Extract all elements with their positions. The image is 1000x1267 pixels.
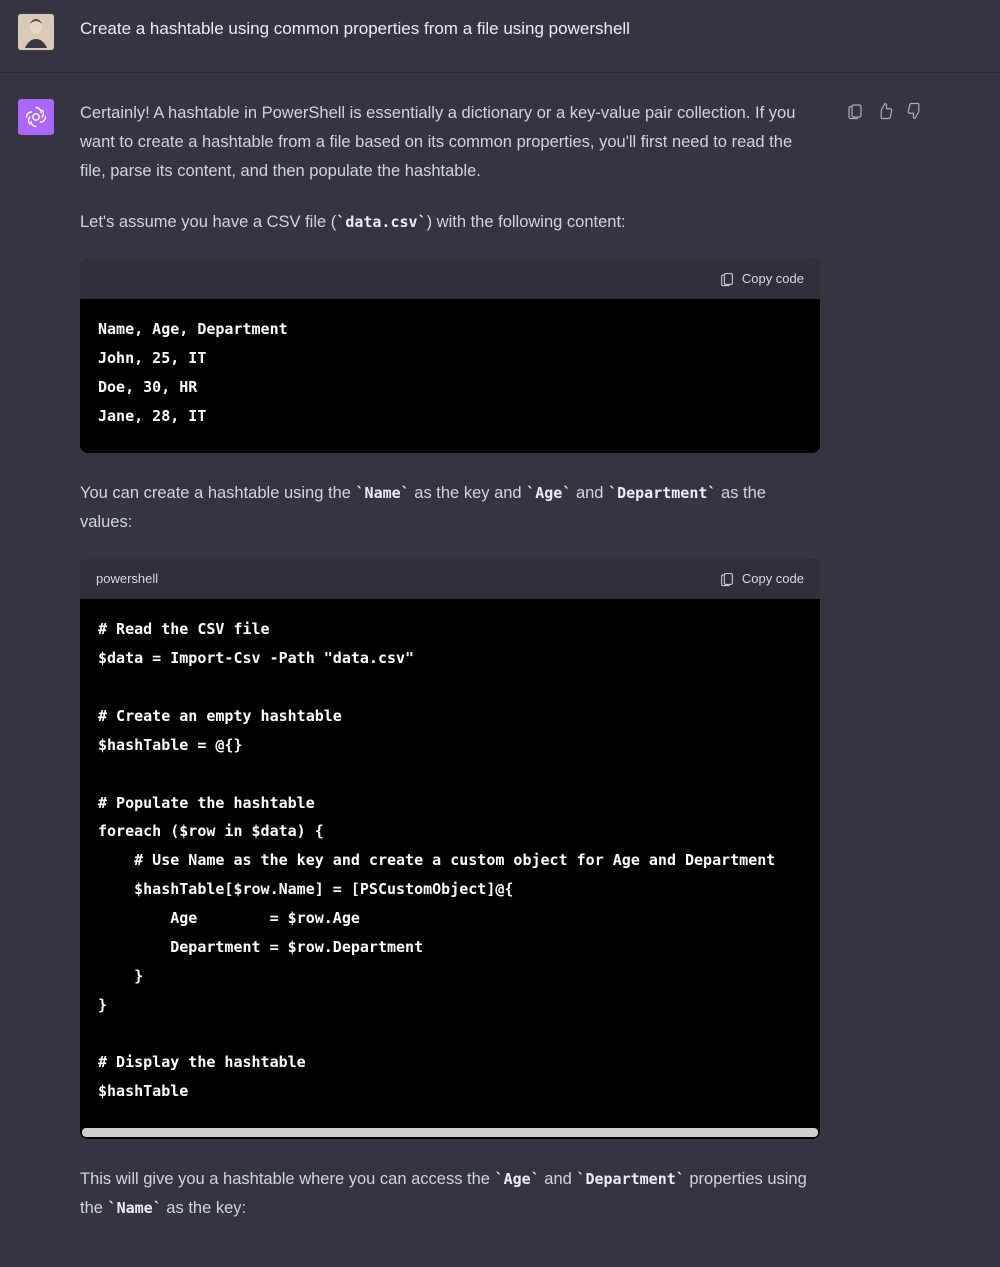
assistant-avatar xyxy=(18,99,54,135)
code-content[interactable]: # Read the CSV file $data = Import-Csv -… xyxy=(80,599,820,1128)
inline-code: Name xyxy=(356,484,410,502)
text: and xyxy=(540,1170,577,1188)
copy-code-button[interactable]: Copy code xyxy=(719,568,804,591)
horizontal-scrollbar[interactable] xyxy=(82,1128,818,1137)
copy-message-button[interactable] xyxy=(846,101,864,119)
message-actions xyxy=(846,99,924,1245)
clipboard-icon xyxy=(719,571,735,587)
copy-label: Copy code xyxy=(742,568,804,591)
text: This will give you a hashtable where you… xyxy=(80,1170,495,1188)
copy-label: Copy code xyxy=(742,268,804,291)
text: as the key: xyxy=(162,1199,246,1217)
code-lang-label: powershell xyxy=(96,568,158,591)
code-block-header: powershell Copy code xyxy=(80,559,820,600)
user-avatar xyxy=(18,14,54,50)
text: as the key and xyxy=(410,484,527,502)
inline-code: Name xyxy=(108,1199,162,1217)
inline-code: Age xyxy=(526,484,571,502)
assistant-paragraph: This will give you a hashtable where you… xyxy=(80,1165,820,1223)
assistant-message-content: Certainly! A hashtable in PowerShell is … xyxy=(80,99,820,1245)
code-content[interactable]: Name, Age, Department John, 25, IT Doe, … xyxy=(80,299,820,453)
thumbs-down-icon xyxy=(906,102,924,120)
thumbs-up-button[interactable] xyxy=(876,101,894,119)
user-message-row: Create a hashtable using common properti… xyxy=(0,0,1000,73)
text: and xyxy=(571,484,608,502)
thumbs-down-button[interactable] xyxy=(906,101,924,119)
assistant-paragraph: Certainly! A hashtable in PowerShell is … xyxy=(80,99,820,186)
code-block: Copy code Name, Age, Department John, 25… xyxy=(80,259,820,453)
thumbs-up-icon xyxy=(876,102,894,120)
code-text: Name, Age, Department John, 25, IT Doe, … xyxy=(98,320,288,425)
assistant-paragraph: Let's assume you have a CSV file (data.c… xyxy=(80,208,820,237)
inline-code: data.csv xyxy=(336,213,426,231)
clipboard-icon xyxy=(719,271,735,287)
assistant-message-row: Certainly! A hashtable in PowerShell is … xyxy=(0,73,1000,1255)
inline-code: Age xyxy=(495,1170,540,1188)
code-text: # Read the CSV file $data = Import-Csv -… xyxy=(98,620,775,1100)
code-block: powershell Copy code # Read the CSV file… xyxy=(80,559,820,1140)
text: Let's assume you have a CSV file ( xyxy=(80,213,336,231)
user-message-text: Create a hashtable using common properti… xyxy=(80,14,820,50)
text: ) with the following content: xyxy=(427,213,626,231)
text: You can create a hashtable using the xyxy=(80,484,356,502)
inline-code: Department xyxy=(608,484,716,502)
assistant-paragraph: You can create a hashtable using the Nam… xyxy=(80,479,820,537)
copy-code-button[interactable]: Copy code xyxy=(719,268,804,291)
clipboard-icon xyxy=(846,102,864,120)
inline-code: Department xyxy=(576,1170,684,1188)
code-block-header: Copy code xyxy=(80,259,820,300)
